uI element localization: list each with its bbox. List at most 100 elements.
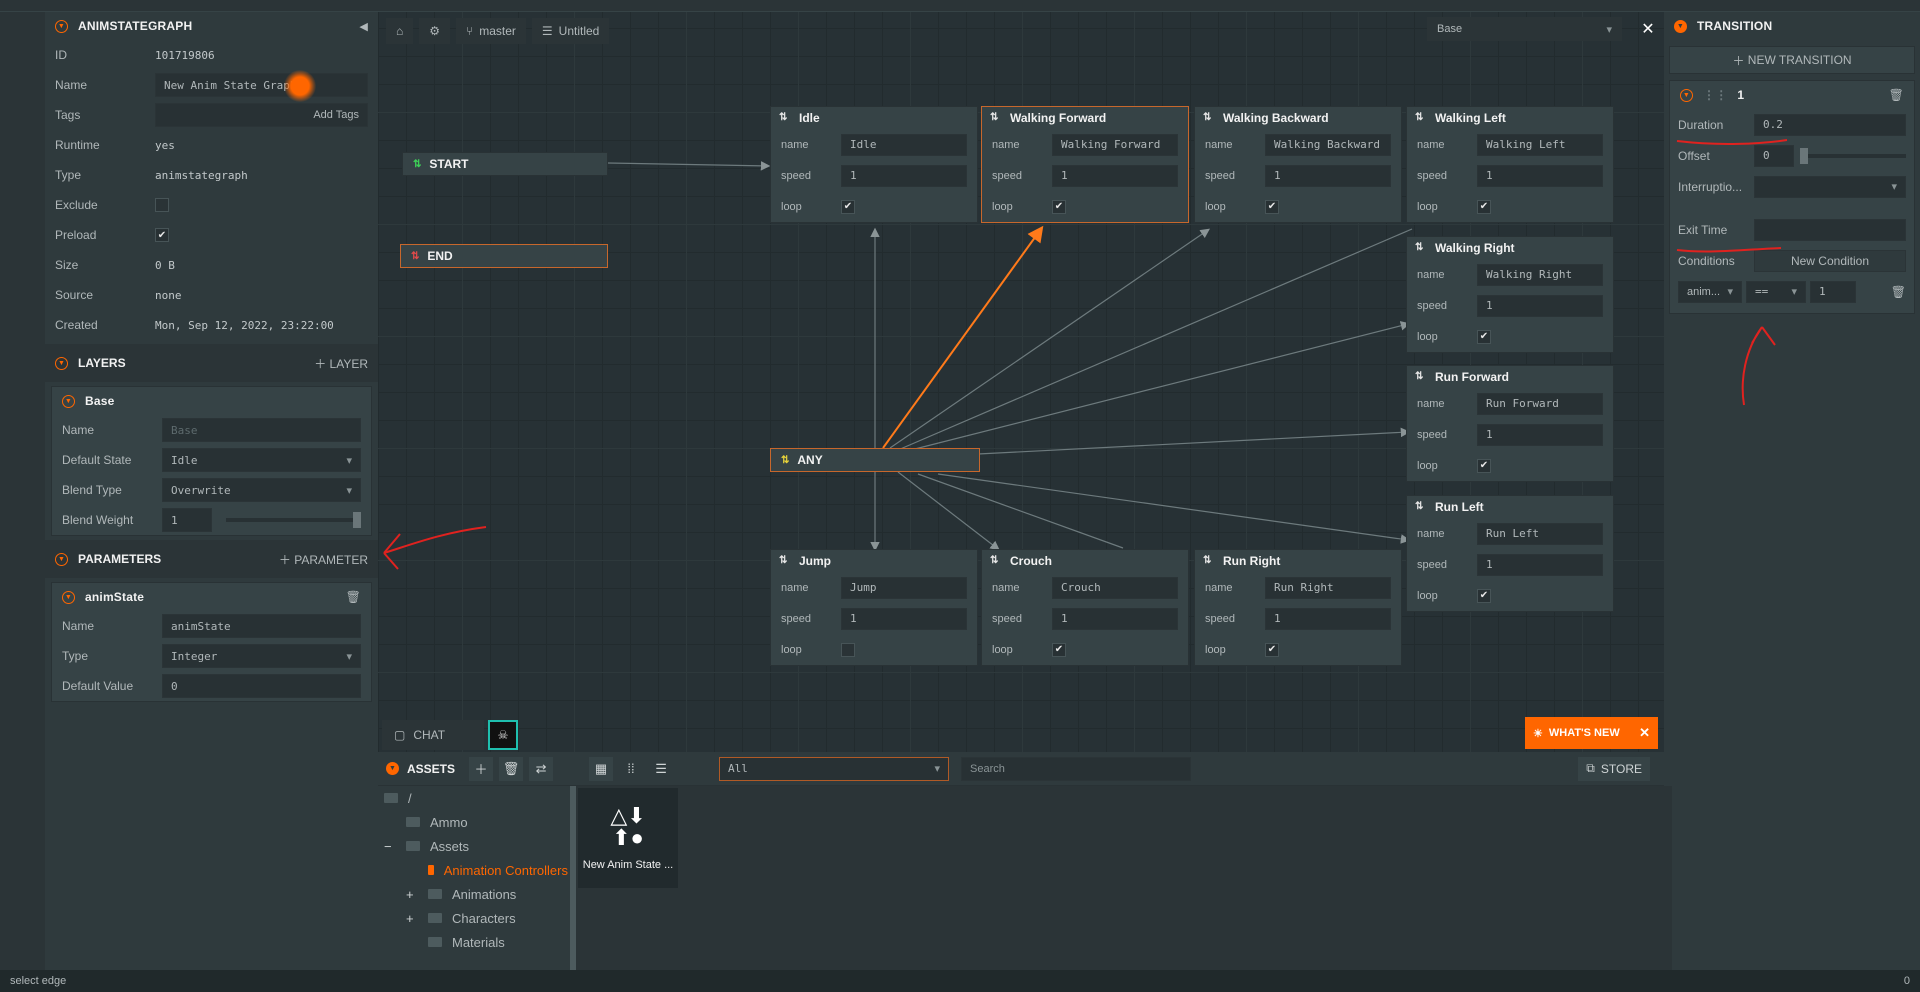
state-node[interactable]: ⇅ Jump name Jump speed 1 loop bbox=[770, 549, 978, 666]
start-node[interactable]: ⇅ START bbox=[402, 152, 608, 176]
trash-icon[interactable]: 🗑 bbox=[346, 590, 361, 604]
new-transition-button[interactable]: ＋ NEW TRANSITION bbox=[1669, 46, 1915, 74]
collapse-panel-icon[interactable]: ◀ bbox=[359, 20, 368, 33]
loop-checkbox[interactable]: ✔ bbox=[841, 199, 855, 214]
loop-checkbox[interactable]: ✔ bbox=[1477, 588, 1491, 603]
state-speed-field[interactable]: 1 bbox=[1052, 607, 1178, 630]
end-node[interactable]: ⇅ END bbox=[400, 244, 608, 268]
state-node-header[interactable]: ⇅ Run Forward bbox=[1407, 366, 1613, 388]
settings-button[interactable]: ⚙ bbox=[419, 18, 451, 44]
default-state-select[interactable]: Idle bbox=[162, 448, 361, 472]
tree-item-ammo[interactable]: Ammo bbox=[378, 810, 568, 834]
asset-tile[interactable]: △⬇ ⬆● New Anim State ... bbox=[578, 788, 678, 888]
interruption-select[interactable] bbox=[1754, 175, 1906, 198]
loop-checkbox[interactable]: ✔ bbox=[1052, 642, 1066, 657]
state-node[interactable]: ⇅ Walking Backward name Walking Backward spe… bbox=[1194, 106, 1402, 223]
state-speed-field[interactable]: 1 bbox=[1265, 164, 1391, 187]
exit-time-field[interactable] bbox=[1754, 218, 1906, 241]
loop-checkbox[interactable]: ✔ bbox=[1477, 199, 1491, 214]
state-node-header[interactable]: ⇅ Run Left bbox=[1407, 496, 1613, 518]
close-icon[interactable]: ✕ bbox=[1639, 725, 1650, 741]
trash-icon[interactable]: 🗑 bbox=[1889, 88, 1904, 102]
small-grid-view-button[interactable]: ⁞⁞ bbox=[619, 757, 643, 781]
tree-item-animation-controllers[interactable]: Animation Controllers bbox=[378, 858, 568, 882]
state-name-field[interactable]: Run Forward bbox=[1477, 392, 1603, 415]
any-node[interactable]: ⇅ ANY bbox=[770, 448, 980, 472]
home-button[interactable]: ⌂ bbox=[386, 18, 414, 44]
new-condition-button[interactable]: New Condition bbox=[1754, 249, 1906, 272]
state-speed-field[interactable]: 1 bbox=[841, 164, 967, 187]
asset-filter-select[interactable]: All bbox=[719, 756, 950, 781]
tree-item-characters[interactable]: + Characters bbox=[378, 906, 568, 930]
state-node-header[interactable]: ⇅ Idle bbox=[771, 107, 977, 129]
state-node[interactable]: ⇅ Walking Left name Walking Left speed 1 loop ✔ bbox=[1406, 106, 1614, 223]
store-button[interactable]: ⧉ STORE bbox=[1578, 756, 1650, 781]
add-layer-button[interactable]: ＋ LAYER bbox=[314, 355, 368, 372]
collapse-icon[interactable]: ▼ bbox=[1680, 88, 1693, 102]
edge-selected[interactable] bbox=[882, 225, 1044, 449]
asset-search-input[interactable]: Search bbox=[961, 756, 1192, 781]
state-name-field[interactable]: Run Left bbox=[1477, 522, 1603, 545]
expand-icon[interactable]: + bbox=[406, 887, 428, 902]
state-node-header[interactable]: ⇅ Walking Left bbox=[1407, 107, 1613, 129]
state-name-field[interactable]: Run Right bbox=[1265, 576, 1391, 599]
state-node[interactable]: ⇅ Walking Right name Walking Right speed 1 loo… bbox=[1406, 236, 1614, 353]
state-speed-field[interactable]: 1 bbox=[841, 607, 967, 630]
state-name-field[interactable]: Walking Backward bbox=[1265, 133, 1391, 156]
edge[interactable] bbox=[902, 321, 1411, 453]
state-node-header[interactable]: ⇅ Crouch bbox=[982, 550, 1188, 572]
avatar[interactable]: ☠ bbox=[488, 720, 518, 750]
state-name-field[interactable]: Jump bbox=[841, 576, 967, 599]
blend-weight-field[interactable]: 1 bbox=[162, 508, 212, 532]
edge[interactable] bbox=[897, 471, 1000, 551]
loop-checkbox[interactable]: ✔ bbox=[1265, 199, 1279, 214]
collapse-icon[interactable]: ▼ bbox=[62, 394, 75, 408]
state-speed-field[interactable]: 1 bbox=[1052, 164, 1178, 187]
condition-value-field[interactable]: 1 bbox=[1810, 280, 1856, 303]
scene-button[interactable]: ☰ Untitled bbox=[531, 18, 610, 44]
tags-field[interactable]: Add Tags bbox=[155, 103, 368, 127]
state-node-header[interactable]: ⇅ Jump bbox=[771, 550, 977, 572]
param-default-field[interactable]: 0 bbox=[162, 674, 361, 698]
slider-handle[interactable] bbox=[1800, 147, 1808, 164]
tree-item-assets[interactable]: − Assets bbox=[378, 834, 568, 858]
grid-view-button[interactable]: ▦ bbox=[589, 756, 614, 781]
collapse-icon[interactable]: − bbox=[384, 839, 406, 854]
collapse-icon[interactable]: ▼ bbox=[386, 762, 399, 775]
state-node[interactable]: ⇅ Crouch name Crouch speed 1 loop ✔ bbox=[981, 549, 1189, 666]
tree-item-animations[interactable]: + Animations bbox=[378, 882, 568, 906]
tree-item-root[interactable]: / bbox=[378, 786, 568, 810]
state-node-header[interactable]: ⇅ Walking Backward bbox=[1195, 107, 1401, 129]
layer-select[interactable]: Base bbox=[1427, 17, 1622, 41]
state-name-field[interactable]: Walking Forward bbox=[1052, 133, 1178, 156]
trash-icon[interactable]: 🗑 bbox=[1891, 285, 1906, 299]
state-node[interactable]: ⇅ Run Forward name Run Forward speed 1 loop ✔ bbox=[1406, 365, 1614, 482]
state-name-field[interactable]: Crouch bbox=[1052, 576, 1178, 599]
offset-field[interactable]: 0 bbox=[1754, 144, 1794, 167]
state-name-field[interactable]: Idle bbox=[841, 133, 967, 156]
loop-checkbox[interactable]: ✔ bbox=[1265, 642, 1279, 657]
drag-handle-icon[interactable]: ⋮⋮ bbox=[1703, 88, 1727, 102]
tree-item-materials[interactable]: Materials bbox=[378, 930, 568, 954]
state-name-field[interactable]: Walking Left bbox=[1477, 133, 1603, 156]
state-speed-field[interactable]: 1 bbox=[1477, 553, 1603, 576]
loop-checkbox[interactable]: ✔ bbox=[1477, 458, 1491, 473]
state-node[interactable]: ⇅ Run Right name Run Right speed 1 loop ✔ bbox=[1194, 549, 1402, 666]
condition-op-select[interactable]: == bbox=[1746, 280, 1806, 303]
slider-handle[interactable] bbox=[353, 512, 361, 528]
loop-checkbox[interactable]: ✔ bbox=[1477, 329, 1491, 344]
state-node[interactable]: ⇅ Walking Forward name Walking Forward speed… bbox=[981, 106, 1189, 223]
state-node-header[interactable]: ⇅ Walking Forward bbox=[982, 107, 1188, 129]
add-parameter-button[interactable]: ＋ PARAMETER bbox=[279, 551, 368, 568]
chat-button[interactable]: ▢ CHAT bbox=[382, 720, 484, 750]
collapse-icon[interactable]: ▼ bbox=[55, 19, 68, 33]
layer-name-field[interactable]: Base bbox=[162, 418, 361, 442]
branch-button[interactable]: ⑂ master bbox=[456, 18, 526, 44]
duration-field[interactable]: 0.2 bbox=[1754, 113, 1906, 136]
delete-asset-button[interactable]: 🗑 bbox=[499, 756, 524, 781]
state-name-field[interactable]: Walking Right bbox=[1477, 263, 1603, 286]
collapse-icon[interactable]: ▼ bbox=[55, 552, 68, 566]
refresh-button[interactable]: ⇄ bbox=[529, 756, 554, 781]
param-type-select[interactable]: Integer bbox=[162, 644, 361, 668]
condition-param-select[interactable]: anim... bbox=[1678, 280, 1742, 303]
